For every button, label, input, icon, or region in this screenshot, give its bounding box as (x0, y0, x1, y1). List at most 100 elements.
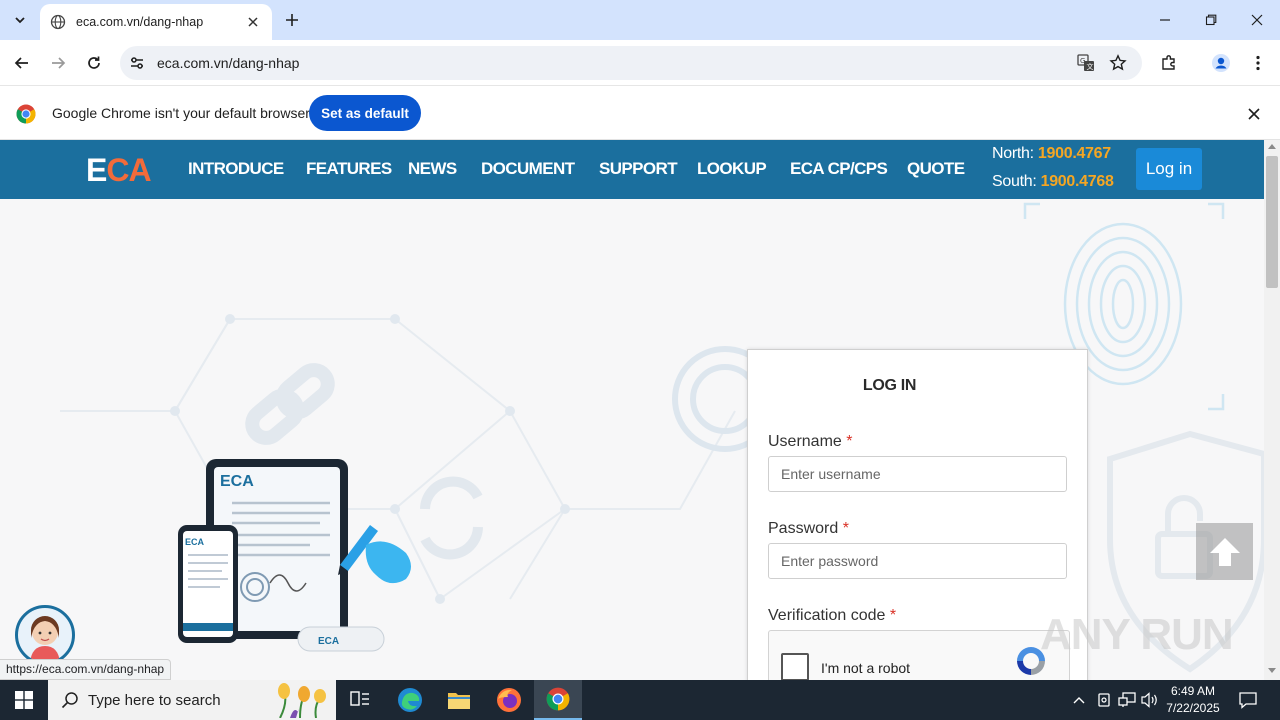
minimize-button[interactable] (1153, 8, 1177, 32)
globe-icon (50, 14, 66, 30)
nav-support[interactable]: SUPPORT (599, 159, 678, 179)
tab-search-button[interactable] (8, 8, 32, 32)
nav-introduce[interactable]: INTRODUCE (188, 159, 284, 179)
required-mark: * (889, 607, 897, 624)
page-viewport: ECA INTRODUCE FEATURES NEWS DOCUMENT SUP… (0, 140, 1264, 680)
taskbar-firefox[interactable] (485, 680, 533, 720)
nav-eca-cp-cps[interactable]: ECA CP/CPS (790, 159, 888, 179)
more-vertical-icon (1256, 55, 1260, 71)
recaptcha-checkbox[interactable] (781, 653, 809, 680)
recaptcha-label: I'm not a robot (821, 660, 911, 676)
infobar-close-button[interactable] (1244, 104, 1264, 124)
svg-text:文: 文 (1087, 62, 1094, 71)
menu-button[interactable] (1246, 51, 1270, 75)
support-agent-icon (30, 616, 60, 662)
taskbar-chrome[interactable] (534, 680, 582, 720)
set-as-default-button[interactable]: Set as default (309, 95, 421, 131)
translate-button[interactable]: G文 (1074, 51, 1098, 75)
taskbar-file-explorer[interactable] (435, 680, 483, 720)
browser-toolbar: eca.com.vn/dang-nhap G文 (0, 40, 1280, 86)
tray-wired-network[interactable] (1117, 690, 1137, 710)
clock-time: 6:49 AM (1170, 684, 1216, 698)
tray-volume[interactable] (1140, 690, 1160, 710)
site-navbar: ECA INTRODUCE FEATURES NEWS DOCUMENT SUP… (0, 140, 1264, 199)
eca-logo[interactable]: ECA (86, 152, 152, 189)
speaker-icon (1141, 692, 1157, 708)
taskbar-search-box[interactable]: Type here to search (48, 680, 336, 720)
search-icon (61, 692, 78, 709)
tray-network-status[interactable] (1094, 690, 1114, 710)
url-text: eca.com.vn/dang-nhap (157, 55, 300, 71)
taskbar-edge[interactable] (386, 680, 434, 720)
chevron-down-icon (15, 17, 25, 24)
site-info-button[interactable] (125, 51, 149, 75)
close-window-button[interactable] (1245, 8, 1269, 32)
hotline-south-number[interactable]: 1900.4768 (1041, 173, 1114, 190)
extensions-button[interactable] (1157, 51, 1181, 75)
login-form-card: LOG IN Username * Password * Verificatio… (747, 349, 1088, 680)
notification-center-button[interactable] (1238, 690, 1258, 710)
default-browser-infobar: Google Chrome isn't your default browser… (0, 87, 1280, 140)
bookmark-button[interactable] (1106, 51, 1130, 75)
illustration-brand-text: ECA (220, 473, 254, 490)
device-icon (1098, 693, 1110, 707)
reload-button[interactable] (82, 51, 106, 75)
nav-lookup[interactable]: LOOKUP (697, 159, 767, 179)
close-icon (248, 17, 258, 27)
svg-text:ECA: ECA (185, 537, 205, 547)
tune-icon (131, 57, 143, 69)
clock-date: 7/22/2025 (1166, 701, 1220, 715)
svg-text:G: G (1080, 57, 1085, 65)
windows-taskbar: Type here to search 6:49 AM 7/22/2025 (0, 680, 1280, 720)
restore-button[interactable] (1199, 8, 1223, 32)
back-button[interactable] (10, 51, 34, 75)
scroll-up-arrow[interactable] (1268, 144, 1276, 149)
nav-document[interactable]: DOCUMENT (481, 159, 575, 179)
scroll-to-top-button[interactable] (1196, 523, 1253, 580)
tab-close-button[interactable] (244, 13, 262, 31)
tab-title: eca.com.vn/dang-nhap (76, 15, 204, 29)
reload-icon (88, 56, 100, 69)
required-mark: * (846, 433, 853, 450)
profile-button[interactable] (1209, 51, 1233, 75)
anyrun-watermark: ANY RUN (1040, 610, 1234, 659)
notification-icon (1239, 692, 1257, 709)
restore-icon (1205, 14, 1217, 26)
verification-code-label: Verification code * (768, 607, 897, 624)
taskbar-clock[interactable]: 6:49 AM 7/22/2025 (1160, 683, 1226, 717)
status-bar-url: https://eca.com.vn/dang-nhap (0, 659, 172, 680)
browser-tab-active[interactable]: eca.com.vn/dang-nhap (40, 4, 272, 40)
minimize-icon (1160, 19, 1170, 21)
edge-icon (398, 688, 422, 712)
nav-quote[interactable]: QUOTE (907, 159, 965, 179)
scroll-down-arrow[interactable] (1268, 668, 1276, 673)
windows-logo-icon (15, 691, 33, 709)
username-input[interactable] (768, 456, 1067, 492)
username-label: Username * (768, 433, 853, 450)
nav-features[interactable]: FEATURES (306, 159, 392, 179)
chrome-icon (546, 687, 570, 711)
arrow-right-icon (52, 57, 66, 69)
address-bar[interactable]: eca.com.vn/dang-nhap G文 (120, 46, 1142, 80)
start-button[interactable] (0, 680, 48, 720)
hotline-north-number[interactable]: 1900.4767 (1038, 145, 1111, 162)
support-chat-avatar[interactable] (15, 605, 75, 665)
hotline-north: North: 1900.4767 (992, 145, 1111, 162)
firefox-icon (497, 688, 521, 712)
password-input[interactable] (768, 543, 1067, 579)
folder-icon (448, 693, 470, 709)
password-label: Password * (768, 520, 849, 537)
person-icon (1212, 54, 1230, 72)
forward-button[interactable] (46, 51, 70, 75)
new-tab-button[interactable] (282, 10, 302, 30)
nav-news[interactable]: NEWS (408, 159, 457, 179)
scrollbar-thumb[interactable] (1266, 156, 1278, 288)
puzzle-icon (1162, 55, 1175, 70)
tray-overflow-button[interactable] (1069, 690, 1089, 710)
tab-strip: eca.com.vn/dang-nhap (0, 0, 1280, 40)
recaptcha-widget: I'm not a robot (768, 630, 1070, 680)
page-scrollbar[interactable] (1264, 140, 1280, 680)
task-view-button[interactable] (336, 680, 384, 720)
nav-login-button[interactable]: Log in (1136, 148, 1202, 190)
required-mark: * (842, 520, 849, 537)
